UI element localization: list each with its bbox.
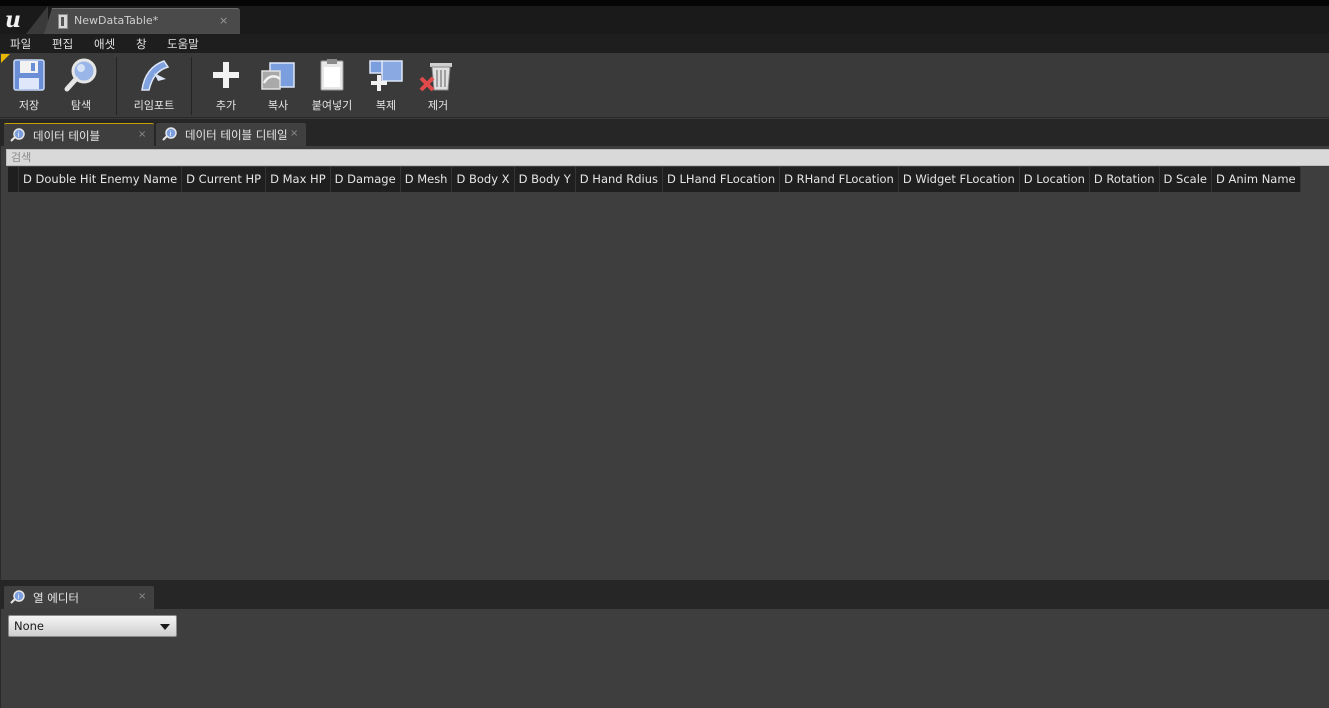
column-header[interactable]: D Body X	[452, 167, 515, 192]
copy-label: 복사	[267, 99, 289, 112]
row-name-column-stub	[8, 167, 19, 192]
trash-icon	[419, 63, 452, 92]
document-tab-close-icon[interactable]: ×	[219, 14, 228, 27]
copy-icon	[261, 62, 295, 90]
svg-text:i: i	[18, 593, 20, 601]
menu-edit[interactable]: 편집	[52, 36, 73, 52]
title-bar: u NewDataTable* ×	[0, 0, 1329, 34]
data-table-panel: D Double Hit Enemy Name D Current HP D M…	[0, 146, 1329, 580]
menu-window[interactable]: 창	[136, 36, 147, 52]
remove-label: 제거	[427, 99, 449, 112]
info-magnifier-icon: i	[162, 127, 177, 141]
svg-text:i: i	[170, 130, 172, 138]
add-label: 추가	[215, 99, 237, 112]
column-header[interactable]: D Damage	[331, 167, 401, 192]
column-header[interactable]: D Body Y	[515, 167, 576, 192]
plus-icon	[213, 62, 239, 88]
save-label: 저장	[18, 99, 40, 112]
toolbar-separator	[191, 57, 192, 115]
tab-data-table-details[interactable]: i 데이터 테이블 디테일 ×	[156, 123, 306, 146]
menu-bar: 파일 편집 애셋 창 도움말	[0, 34, 1329, 53]
info-magnifier-icon: i	[10, 128, 25, 142]
document-tab[interactable]: NewDataTable* ×	[44, 8, 240, 34]
column-editor-tab-bar: i 열 에디터 ×	[0, 580, 1329, 609]
duplicate-row-button[interactable]: 복제	[364, 57, 408, 115]
document-tab-title: NewDataTable*	[74, 14, 159, 27]
column-header[interactable]: D Location	[1020, 167, 1090, 192]
tab-close-icon[interactable]: ×	[290, 128, 298, 139]
column-header[interactable]: D RHand FLocation	[780, 167, 899, 192]
tab-close-icon[interactable]: ×	[138, 591, 146, 602]
column-header[interactable]: D Mesh	[401, 167, 453, 192]
magnifier-icon	[64, 58, 97, 92]
tab-column-editor[interactable]: i 열 에디터 ×	[4, 586, 154, 609]
column-header[interactable]: D Double Hit Enemy Name	[19, 167, 183, 192]
remove-row-button[interactable]: 제거	[417, 57, 459, 115]
duplicate-label: 복제	[375, 99, 397, 112]
row-select-dropdown[interactable]: None	[8, 615, 177, 637]
toolbar-separator	[116, 57, 117, 115]
paste-row-button[interactable]: 붙여넣기	[306, 57, 358, 115]
reimport-icon	[141, 60, 170, 91]
data-table-icon	[58, 14, 68, 29]
save-icon	[13, 59, 45, 91]
search-box	[6, 149, 1329, 166]
info-magnifier-icon: i	[10, 590, 25, 604]
row-select-value: None	[14, 619, 45, 633]
reimport-button[interactable]: 리임포트	[126, 57, 182, 115]
browse-label: 탐색	[70, 99, 92, 112]
search-input[interactable]	[7, 150, 1329, 165]
duplicate-icon	[369, 60, 403, 91]
clipboard-icon	[320, 59, 344, 91]
reimport-label: 리임포트	[133, 99, 175, 112]
add-row-button[interactable]: 추가	[205, 57, 247, 115]
column-header[interactable]: D Widget FLocation	[899, 167, 1020, 192]
column-header[interactable]: D Current HP	[182, 167, 267, 192]
tab-label: 데이터 테이블 디테일	[185, 128, 287, 142]
column-header[interactable]: D Max HP	[266, 167, 331, 192]
tab-label: 열 에디터	[33, 591, 79, 605]
browse-button[interactable]: 탐색	[59, 57, 103, 115]
column-editor-panel: None	[0, 609, 1329, 708]
menu-asset[interactable]: 애셋	[94, 36, 115, 52]
chevron-down-icon	[160, 624, 170, 630]
tab-close-icon[interactable]: ×	[138, 129, 146, 140]
table-header: D Double Hit Enemy Name D Current HP D M…	[8, 167, 1301, 192]
unreal-logo-icon[interactable]: u	[0, 6, 26, 34]
menu-help[interactable]: 도움말	[167, 36, 199, 52]
toolbar: 저장 탐색 리임포트 추가 복사 붙여넣기 복제 제거	[0, 53, 1329, 118]
column-header[interactable]: D Hand Rdius	[576, 167, 664, 192]
tab-label: 데이터 테이블	[33, 129, 101, 143]
menu-file[interactable]: 파일	[10, 36, 31, 52]
paste-label: 붙여넣기	[311, 99, 353, 112]
column-header[interactable]: D Rotation	[1090, 167, 1160, 192]
save-button[interactable]: 저장	[7, 57, 51, 115]
logo-wedge	[26, 6, 48, 34]
copy-row-button[interactable]: 복사	[256, 57, 300, 115]
column-header[interactable]: D Scale	[1160, 167, 1212, 192]
data-table-tab-bar: i 데이터 테이블 × i 데이터 테이블 디테일 ×	[0, 119, 1329, 146]
column-header[interactable]: D LHand FLocation	[663, 167, 781, 192]
svg-text:i: i	[18, 131, 20, 139]
column-header[interactable]: D Anim Name	[1212, 167, 1301, 192]
tab-data-table[interactable]: i 데이터 테이블 ×	[4, 123, 154, 146]
